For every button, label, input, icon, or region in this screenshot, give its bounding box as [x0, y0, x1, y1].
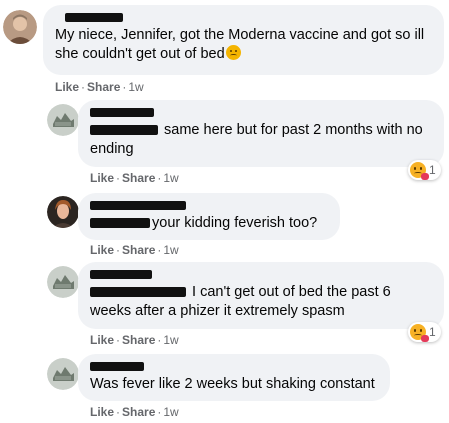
- share-button[interactable]: Share: [122, 243, 155, 257]
- timestamp[interactable]: 1w: [163, 171, 178, 185]
- avatar[interactable]: [47, 358, 79, 390]
- reaction-summary[interactable]: 1: [408, 160, 441, 180]
- share-button[interactable]: Share: [122, 405, 155, 419]
- reaction-summary[interactable]: 1: [408, 322, 441, 342]
- comment-bubble: I can't get out of bed the past 6 weeks …: [78, 262, 444, 329]
- redacted-mention: [90, 287, 186, 298]
- comment-actions: Like · Share · 1w: [90, 171, 179, 185]
- reaction-count: 1: [429, 325, 436, 339]
- redacted-mention: [90, 125, 158, 136]
- comment-text: Was fever like 2 weeks but shaking const…: [90, 376, 375, 392]
- like-button[interactable]: Like: [90, 171, 114, 185]
- timestamp[interactable]: 1w: [163, 333, 178, 347]
- timestamp[interactable]: 1w: [128, 80, 143, 94]
- comment-bubble: your kidding feverish too?: [78, 193, 340, 240]
- redacted-author-name: [90, 270, 152, 279]
- like-button[interactable]: Like: [55, 80, 79, 94]
- reaction-count: 1: [429, 163, 436, 177]
- angry-face-emoji-icon: [225, 45, 241, 60]
- comment-actions: Like · Share · 1w: [55, 80, 144, 94]
- share-button[interactable]: Share: [122, 171, 155, 185]
- comment-actions: Like · Share · 1w: [90, 243, 179, 257]
- redacted-author-name: [65, 13, 123, 22]
- redacted-author-name: [90, 201, 186, 210]
- care-emoji-icon: [410, 324, 429, 342]
- comment-text: your kidding feverish too?: [152, 215, 318, 231]
- care-emoji-icon: [410, 162, 429, 180]
- timestamp[interactable]: 1w: [163, 405, 178, 419]
- share-button[interactable]: Share: [87, 80, 120, 94]
- comment-actions: Like · Share · 1w: [90, 405, 179, 419]
- like-button[interactable]: Like: [90, 243, 114, 257]
- redacted-mention: [90, 218, 150, 229]
- comment-bubble: same here but for past 2 months with no …: [78, 100, 444, 167]
- share-button[interactable]: Share: [122, 333, 155, 347]
- like-button[interactable]: Like: [90, 333, 114, 347]
- like-button[interactable]: Like: [90, 405, 114, 419]
- avatar[interactable]: [47, 196, 79, 228]
- redacted-author-name: [90, 108, 154, 117]
- redacted-author-name: [90, 362, 144, 371]
- avatar[interactable]: [47, 104, 79, 136]
- avatar[interactable]: [3, 10, 37, 44]
- comment-actions: Like · Share · 1w: [90, 333, 179, 347]
- comment-bubble: Was fever like 2 weeks but shaking const…: [78, 354, 390, 401]
- comment-bubble: My niece, Jennifer, got the Moderna vacc…: [43, 5, 444, 75]
- avatar[interactable]: [47, 266, 79, 298]
- timestamp[interactable]: 1w: [163, 243, 178, 257]
